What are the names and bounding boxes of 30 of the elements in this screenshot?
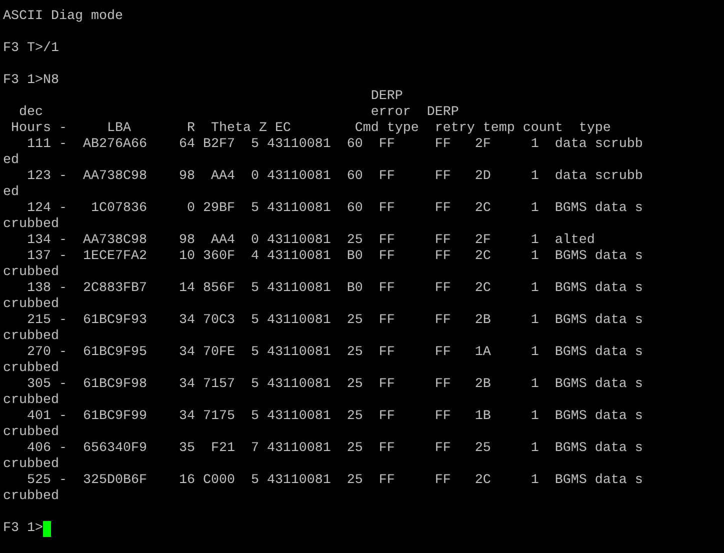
terminal-line: ed [3,153,19,169]
terminal-line: ASCII Diag mode [3,9,123,25]
terminal-line: F3 1>N8 [3,73,59,89]
terminal-line: 305 - 61BC9F98 34 7157 5 43110081 25 FF FF 2B 1 BGMS data s [26,377,643,393]
terminal-line: 124 - 1C07836 0 29BF 5 43110081 60 FF FF 2C 1 BGMS data s [26,201,643,217]
terminal-line: 215 - 61BC9F93 34 70C3 5 43110081 25 FF FF 2B 1 BGMS data s [26,313,643,329]
terminal-line: DERP [370,89,403,105]
terminal-line: 406 - 656340F9 35 F21 7 43110081 25 FF FF 25 1 BGMS data s [26,441,643,457]
terminal-line: 123 - AA738C98 98 AA4 0 43110081 60 FF FF 2D 1 data scrubb [26,169,643,185]
terminal-line: crubbed [3,393,59,409]
terminal-line: 270 - 61BC9F95 34 70FE 5 43110081 25 FF FF 1A 1 BGMS data s [26,345,643,361]
terminal-line: 134 - AA738C98 98 AA4 0 43110081 25 FF FF 2F 1 alted [26,233,595,249]
terminal-line: crubbed [3,361,59,377]
terminal-line: crubbed [3,329,59,345]
terminal-line: crubbed [3,425,59,441]
terminal-line: 137 - 1ECE7FA2 10 360F 4 43110081 B0 FF FF 2C 1 BGMS data s [26,249,643,265]
command-prompt: F3 1> [3,521,43,537]
terminal-line: ed [3,185,19,201]
terminal-line: crubbed [3,489,59,505]
terminal-line: crubbed [3,297,59,313]
terminal-line: 138 - 2C883FB7 14 856F 5 43110081 B0 FF FF 2C 1 BGMS data s [26,281,643,297]
terminal-line: 525 - 325D0B6F 16 C000 5 43110081 25 FF FF 2C 1 BGMS data s [26,473,643,489]
terminal-line: crubbed [3,265,59,281]
terminal-line: F3 T>/1 [3,41,59,57]
terminal-line: 401 - 61BC9F99 34 7175 5 43110081 25 FF FF 1B 1 BGMS data s [26,409,643,425]
terminal-line: dec error DERP [18,105,459,121]
terminal-line: crubbed [3,457,59,473]
terminal-line: Hours - LBA R Theta Z EC Cmd type retry temp count type [10,121,611,137]
terminal-line: 111 - AB276A66 64 B2F7 5 43110081 60 FF FF 2F 1 data scrubb [26,137,643,153]
terminal-line: crubbed [3,217,59,233]
